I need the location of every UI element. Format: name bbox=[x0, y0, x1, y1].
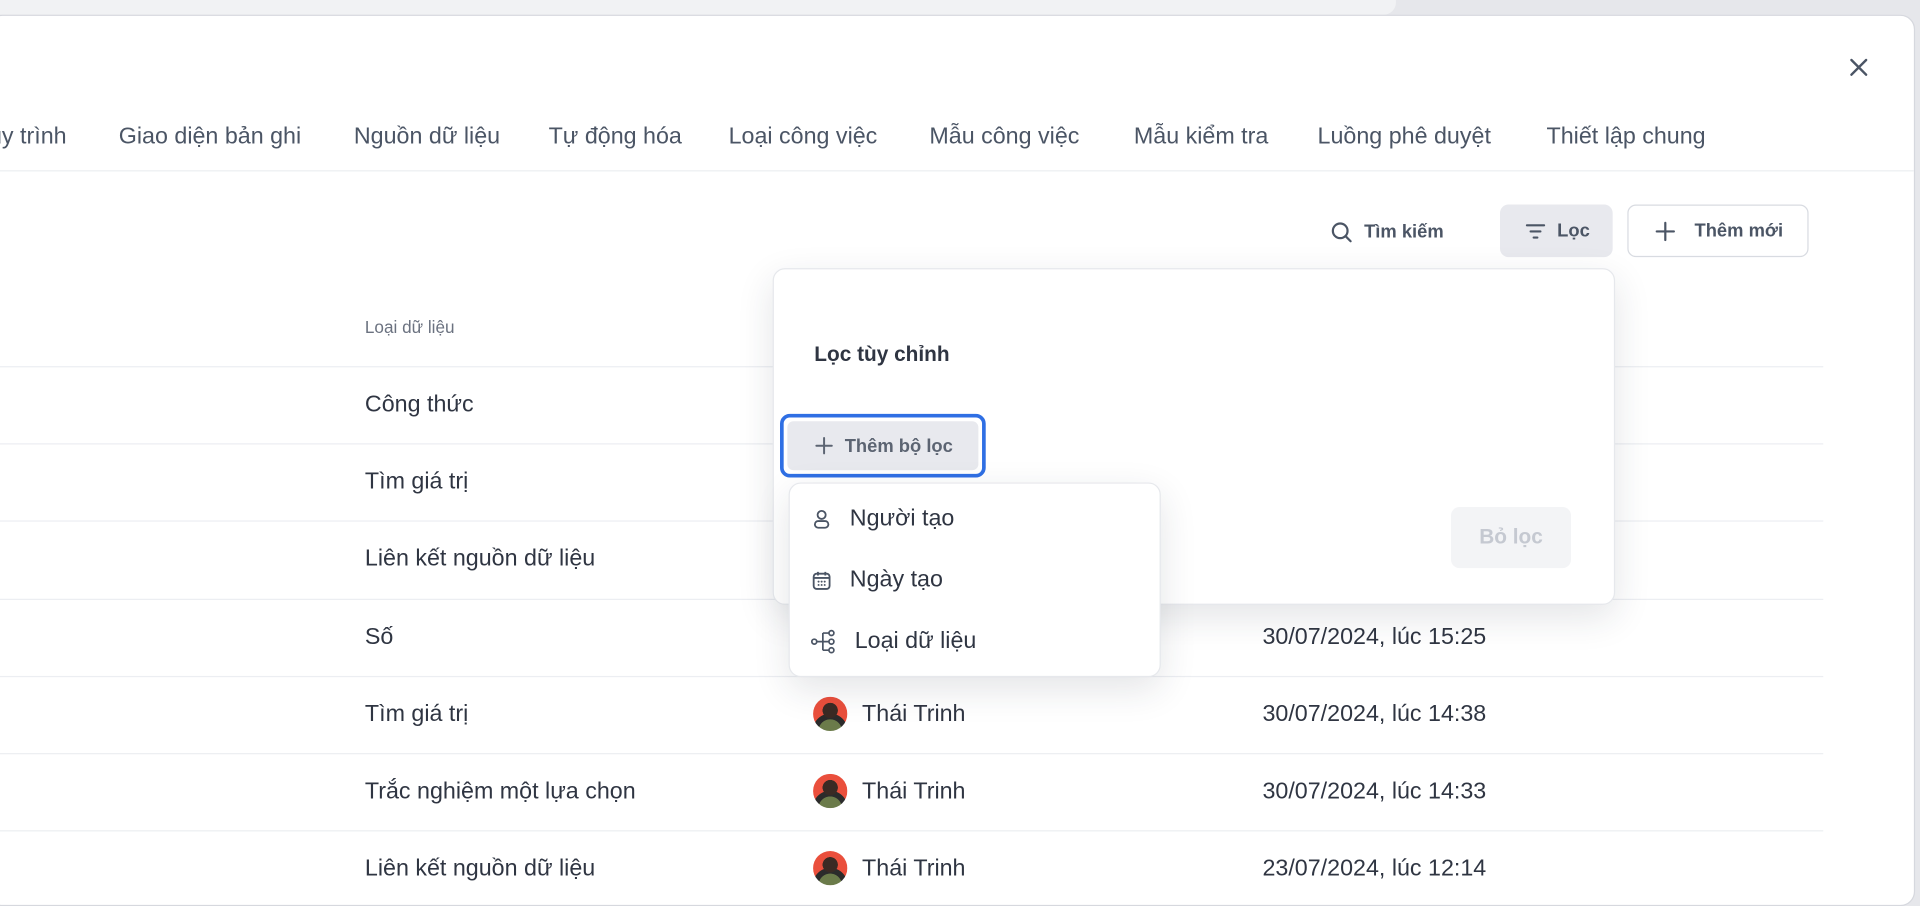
data-type-cell: Tìm giá trị bbox=[364, 701, 469, 728]
creator-cell: Thái Trinh bbox=[862, 701, 966, 728]
search-label: Tìm kiếm bbox=[1364, 221, 1444, 243]
calendar-icon bbox=[812, 571, 831, 590]
browser-strip bbox=[0, 0, 1396, 15]
data-type-cell: Tìm giá trị bbox=[364, 468, 469, 495]
filter-field-menu: Người tạo Ngày tạo Loại dữ liệu bbox=[788, 482, 1161, 678]
clear-filter-button[interactable]: Bỏ lọc bbox=[1451, 506, 1572, 569]
add-filter-label: Thêm bộ lọc bbox=[844, 435, 953, 457]
tab-mau-kiem-tra[interactable]: Mẫu kiểm tra bbox=[1134, 124, 1268, 151]
tab-nguon-du-lieu[interactable]: Nguồn dữ liệu bbox=[354, 124, 500, 151]
data-type-cell: Liên kết nguồn dữ liệu bbox=[364, 546, 596, 572]
table-row[interactable]: Trắc nghiệm một lựa chọn Thái Trinh 30/07/… bbox=[0, 753, 1824, 831]
menu-item-created-date[interactable]: Ngày tạo bbox=[790, 550, 1160, 611]
tab-giao-dien-ban-ghi[interactable]: Giao diện bản ghi bbox=[119, 124, 301, 151]
filter-icon bbox=[1525, 223, 1545, 239]
tab-bar: uy trình Giao diện bản ghi Nguồn dữ liệu… bbox=[0, 121, 1914, 172]
avatar bbox=[813, 851, 848, 886]
created-date-cell: 23/07/2024, lúc 12:14 bbox=[1262, 855, 1487, 882]
close-button[interactable] bbox=[1844, 53, 1873, 82]
created-date-cell: 30/07/2024, lúc 14:38 bbox=[1262, 701, 1487, 728]
avatar bbox=[813, 696, 848, 732]
filter-button[interactable]: Lọc bbox=[1500, 204, 1613, 258]
data-type-cell: Trắc nghiệm một lựa chọn bbox=[364, 778, 636, 805]
filter-popover-title: Lọc tùy chỉnh bbox=[814, 342, 950, 367]
table-row[interactable]: Liên kết nguồn dữ liệu Thái Trinh 23/07/20… bbox=[0, 830, 1824, 905]
avatar bbox=[813, 773, 848, 809]
created-date-cell: 30/07/2024, lúc 15:25 bbox=[1262, 624, 1487, 651]
tab-thiet-lap-chung[interactable]: Thiết lập chung bbox=[1547, 124, 1706, 151]
tab-loai-cong-viec[interactable]: Loại công việc bbox=[729, 124, 878, 151]
column-header-data-type: Loại dữ liệu bbox=[364, 317, 455, 337]
tab-tu-dong-hoa[interactable]: Tự động hóa bbox=[549, 124, 682, 151]
search-button[interactable]: Tìm kiếm bbox=[1330, 206, 1444, 259]
add-filter-button[interactable]: Thêm bộ lọc bbox=[780, 413, 986, 478]
menu-item-data-type[interactable]: Loại dữ liệu bbox=[790, 611, 1160, 672]
created-date-cell: 30/07/2024, lúc 14:33 bbox=[1262, 778, 1487, 805]
user-icon bbox=[813, 509, 830, 529]
tab-mau-cong-viec[interactable]: Mẫu công việc bbox=[929, 124, 1079, 151]
data-type-cell: Liên kết nguồn dữ liệu bbox=[364, 855, 596, 882]
settings-modal: uy trình Giao diện bản ghi Nguồn dữ liệu… bbox=[0, 14, 1916, 906]
creator-cell: Thái Trinh bbox=[862, 855, 966, 882]
data-type-cell: Công thức bbox=[364, 391, 474, 418]
data-type-cell: Số bbox=[364, 624, 394, 651]
add-new-button[interactable]: Thêm mới bbox=[1627, 204, 1809, 258]
plus-icon bbox=[815, 437, 833, 455]
data-type-icon bbox=[810, 629, 835, 654]
tab-luong-phe-duyet[interactable]: Luồng phê duyệt bbox=[1318, 124, 1491, 151]
filter-label: Lọc bbox=[1557, 220, 1590, 242]
search-icon bbox=[1331, 221, 1352, 242]
tab-quy-trinh[interactable]: uy trình bbox=[0, 124, 67, 151]
creator-cell: Thái Trinh bbox=[862, 778, 966, 805]
plus-icon bbox=[1655, 221, 1675, 241]
add-new-label: Thêm mới bbox=[1694, 220, 1784, 242]
close-icon bbox=[1850, 58, 1868, 76]
table-row[interactable]: Tìm giá trị Thái Trinh 30/07/2024, lúc 14:… bbox=[0, 675, 1824, 754]
menu-item-creator[interactable]: Người tạo bbox=[790, 489, 1160, 550]
